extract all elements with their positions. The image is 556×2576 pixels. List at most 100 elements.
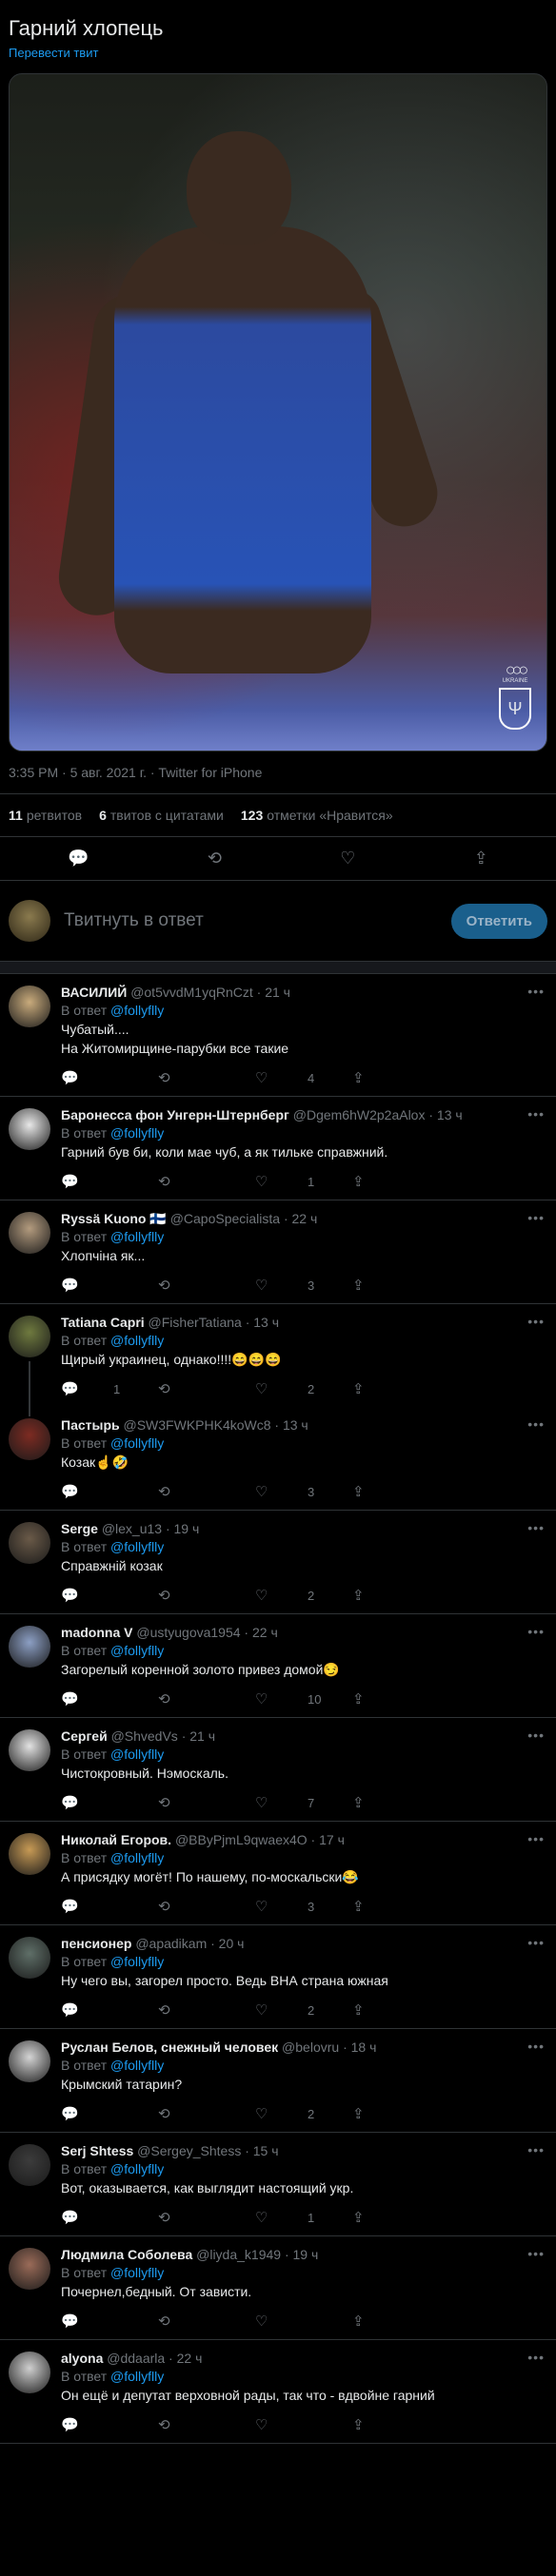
like-action[interactable]: ♡ 10 (255, 1690, 352, 1708)
more-icon[interactable]: ••• (527, 2350, 545, 2365)
more-icon[interactable]: ••• (527, 1727, 545, 1743)
more-icon[interactable]: ••• (527, 1106, 545, 1122)
retweet-action[interactable]: ⟲ (158, 1898, 255, 1915)
more-icon[interactable]: ••• (527, 1935, 545, 1950)
tweet-meta[interactable]: 3:35 PM · 5 авг. 2021 г. · Twitter for i… (0, 751, 556, 794)
reply-tweet[interactable]: madonna V @ustyugova1954 · 22 ч ••• В отве… (0, 1614, 556, 1718)
reply-to-link[interactable]: @follyflly (110, 1003, 164, 1018)
like-action[interactable]: ♡ 2 (255, 2001, 352, 2019)
like-action[interactable]: ♡ 2 (255, 2105, 352, 2122)
reply-action[interactable]: 💬 (61, 1069, 158, 1086)
reply-button[interactable]: Ответить (450, 903, 547, 939)
more-icon[interactable]: ••• (527, 2142, 545, 2157)
reply-action[interactable]: 💬 (61, 1277, 158, 1294)
reply-action[interactable]: 💬 (61, 2416, 158, 2433)
reply-action[interactable]: 💬 (61, 1898, 158, 1915)
reply-author[interactable]: alyona (61, 2351, 103, 2366)
reply-tweet[interactable]: пенсионер @apadikam · 20 ч ••• В ответ @fo… (0, 1925, 556, 2029)
share-action[interactable]: ⇪ (352, 1173, 449, 1190)
reply-action[interactable]: 💬 (61, 1794, 158, 1811)
retweet-action[interactable]: ⟲ (158, 1173, 255, 1190)
reply-to-link[interactable]: @follyflly (110, 2265, 164, 2280)
share-action[interactable]: ⇪ (352, 2416, 449, 2433)
more-icon[interactable]: ••• (527, 1624, 545, 1639)
reply-author[interactable]: Ryssä Kuono 🇫🇮 (61, 1211, 167, 1226)
reply-tweet[interactable]: Ryssä Kuono 🇫🇮 @CapoSpecialista · 22 ч ••… (0, 1200, 556, 1304)
like-action[interactable]: ♡ 3 (255, 1483, 352, 1500)
like-action[interactable]: ♡ 2 (255, 1587, 352, 1604)
more-icon[interactable]: ••• (527, 2039, 545, 2054)
retweet-action[interactable]: ⟲ (158, 1277, 255, 1294)
share-action[interactable]: ⇪ (352, 1794, 449, 1811)
avatar[interactable] (9, 2144, 50, 2186)
reply-author[interactable]: ВАСИЛИЙ (61, 985, 127, 1000)
reply-tweet[interactable]: Баронесса фон Унгерн-Штернберг @Dgem6hW2… (0, 1097, 556, 1200)
retweet-action[interactable]: ⟲ (158, 1069, 255, 1086)
reply-to-link[interactable]: @follyflly (110, 1435, 164, 1451)
reply-action[interactable]: 💬 (61, 1173, 158, 1190)
like-action[interactable]: ♡ 3 (255, 1277, 352, 1294)
more-icon[interactable]: ••• (527, 1416, 545, 1432)
retweet-action[interactable]: ⟲ (158, 1794, 255, 1811)
more-icon[interactable]: ••• (527, 1520, 545, 1535)
quote-count[interactable]: 6 твитов с цитатами (99, 808, 224, 823)
tweet-photo[interactable]: ○○○ UKRAINE Ψ (9, 73, 547, 751)
share-action[interactable]: ⇪ (352, 1380, 449, 1397)
share-icon[interactable]: ⇪ (474, 849, 488, 868)
reply-to-link[interactable]: @follyflly (110, 1643, 164, 1658)
share-action[interactable]: ⇪ (352, 2105, 449, 2122)
reply-to-link[interactable]: @follyflly (110, 1539, 164, 1554)
reply-to-link[interactable]: @follyflly (110, 1850, 164, 1865)
retweet-action[interactable]: ⟲ (158, 1690, 255, 1708)
retweet-action[interactable]: ⟲ (158, 1587, 255, 1604)
like-count[interactable]: 123 отметки «Нравится» (241, 808, 393, 823)
reply-action[interactable]: 💬 1 (61, 1380, 158, 1397)
retweet-action[interactable]: ⟲ (158, 2313, 255, 2330)
reply-tweet[interactable]: Serj Shtess @Sergey_Shtess · 15 ч ••• В от… (0, 2133, 556, 2236)
avatar[interactable] (9, 1522, 50, 1564)
retweet-action[interactable]: ⟲ (158, 2416, 255, 2433)
translate-link[interactable]: Перевести твит (9, 46, 547, 60)
avatar[interactable] (9, 986, 50, 1027)
reply-tweet[interactable]: Serge @lex_u13 · 19 ч ••• В ответ @follyfl… (0, 1511, 556, 1614)
reply-action[interactable]: 💬 (61, 2105, 158, 2122)
reply-tweet[interactable]: ВАСИЛИЙ @ot5vvdM1yqRnCzt · 21 ч ••• В отве… (0, 974, 556, 1097)
reply-tweet[interactable]: Руслан Белов, снежный человек @belovru ·… (0, 2029, 556, 2133)
reply-author[interactable]: Tatiana Capri (61, 1315, 145, 1330)
avatar[interactable] (9, 1418, 50, 1460)
share-action[interactable]: ⇪ (352, 1069, 449, 1086)
avatar[interactable] (9, 1108, 50, 1150)
like-icon[interactable]: ♡ (340, 849, 355, 868)
reply-to-link[interactable]: @follyflly (110, 2369, 164, 2384)
avatar[interactable] (9, 2248, 50, 2290)
more-icon[interactable]: ••• (527, 1831, 545, 1846)
reply-action[interactable]: 💬 (61, 1690, 158, 1708)
avatar[interactable] (9, 1729, 50, 1771)
like-action[interactable]: ♡ 1 (255, 2209, 352, 2226)
like-action[interactable]: ♡ (255, 2313, 352, 2330)
like-action[interactable]: ♡ 4 (255, 1069, 352, 1086)
reply-author[interactable]: Баронесса фон Унгерн-Штернберг (61, 1107, 289, 1122)
reply-to-link[interactable]: @follyflly (110, 1747, 164, 1762)
reply-author[interactable]: Сергей (61, 1728, 108, 1744)
reply-author[interactable]: пенсионер (61, 1936, 131, 1951)
reply-tweet[interactable]: Пастырь @SW3FWKPHK4koWc8 · 13 ч ••• В отве… (0, 1407, 556, 1511)
reply-to-link[interactable]: @follyflly (110, 1125, 164, 1141)
avatar[interactable] (9, 900, 50, 942)
reply-input[interactable]: Твитнуть в ответ (64, 910, 451, 931)
like-action[interactable]: ♡ (255, 2416, 352, 2433)
reply-author[interactable]: madonna V (61, 1625, 132, 1640)
reply-to-link[interactable]: @follyflly (110, 2161, 164, 2176)
reply-action[interactable]: 💬 (61, 1587, 158, 1604)
retweet-count[interactable]: 11 ретвитов (9, 808, 82, 823)
share-action[interactable]: ⇪ (352, 2209, 449, 2226)
reply-action[interactable]: 💬 (61, 2001, 158, 2019)
avatar[interactable] (9, 1833, 50, 1875)
reply-author[interactable]: Serge (61, 1521, 98, 1536)
reply-tweet[interactable]: Tatiana Capri @FisherTatiana · 13 ч ••• В … (0, 1304, 556, 1416)
reply-action[interactable]: 💬 (61, 2313, 158, 2330)
more-icon[interactable]: ••• (527, 1210, 545, 1225)
reply-author[interactable]: Пастырь (61, 1417, 120, 1433)
avatar[interactable] (9, 1937, 50, 1979)
avatar[interactable] (9, 2352, 50, 2393)
